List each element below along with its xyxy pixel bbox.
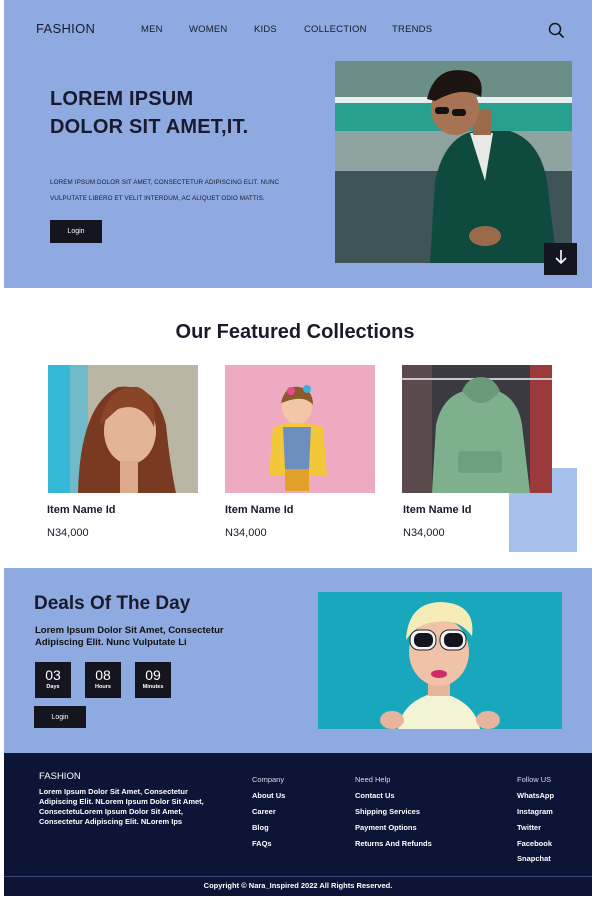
footer-link-career[interactable]: Career (252, 807, 276, 816)
footer-link-instagram[interactable]: Instagram (517, 807, 553, 816)
deals-subtitle: Lorem Ipsum Dolor Sit Amet, Consectetur … (35, 625, 224, 648)
countdown-minutes: 09 Minutes (135, 662, 171, 698)
hero-section: FASHION MEN WOMEN KIDS COLLECTION TRENDS… (4, 0, 592, 288)
brand-logo[interactable]: FASHION (36, 21, 95, 36)
product-image-hoodie[interactable] (402, 365, 552, 493)
footer-description: Lorem Ipsum Dolor Sit Amet, Consectetur … (39, 787, 204, 826)
footer-link-contact-us[interactable]: Contact Us (355, 791, 395, 800)
footer-divider (4, 876, 592, 877)
scroll-down-button[interactable] (544, 243, 577, 275)
footer-link-about-us[interactable]: About Us (252, 791, 285, 800)
product-name-3[interactable]: Item Name Id (403, 504, 471, 516)
footer-follow-heading: Follow US (517, 775, 552, 784)
footer-help-heading: Need Help (355, 775, 391, 784)
footer-link-faqs[interactable]: FAQs (252, 839, 272, 848)
countdown-minutes-label: Minutes (142, 684, 164, 690)
countdown-days-value: 03 (45, 667, 61, 683)
hero-subtitle: LOREM IPSUM DOLOR SIT AMET, CONSECTETUR … (50, 179, 280, 202)
nav-kids[interactable]: KIDS (254, 24, 277, 35)
countdown-days-label: Days (46, 684, 60, 690)
footer-link-twitter[interactable]: Twitter (517, 823, 541, 832)
product-name-2[interactable]: Item Name Id (225, 504, 293, 516)
footer-brand: FASHION (39, 771, 81, 782)
arrow-down-icon (554, 249, 568, 270)
countdown-hours: 08 Hours (85, 662, 121, 698)
footer-link-blog[interactable]: Blog (252, 823, 269, 832)
countdown-days: 03 Days (35, 662, 71, 698)
nav-collection[interactable]: COLLECTION (304, 24, 367, 35)
product-price-2: N34,000 (225, 527, 267, 539)
deals-section: Deals Of The Day Lorem Ipsum Dolor Sit A… (4, 568, 592, 753)
footer-link-whatsapp[interactable]: WhatsApp (517, 791, 554, 800)
footer-link-payment[interactable]: Payment Options (355, 823, 417, 832)
nav-trends[interactable]: TRENDS (392, 24, 432, 35)
deals-model-photo (318, 592, 562, 729)
product-price-1: N34,000 (47, 527, 89, 539)
page: FASHION MEN WOMEN KIDS COLLECTION TRENDS… (4, 0, 592, 896)
deals-login-button[interactable]: Login (34, 706, 86, 728)
countdown-minutes-value: 09 (145, 667, 161, 683)
footer-link-returns[interactable]: Returns And Refunds (355, 839, 432, 848)
countdown-hours-value: 08 (95, 667, 111, 683)
search-icon[interactable] (547, 21, 565, 39)
countdown-hours-label: Hours (95, 684, 111, 690)
hero-title: LOREM IPSUM DOLOR SIT AMET,IT. (50, 88, 249, 138)
product-price-3: N34,000 (403, 527, 445, 539)
deals-title: Deals Of The Day (34, 593, 191, 614)
nav-men[interactable]: MEN (141, 24, 163, 35)
product-image-child[interactable] (225, 365, 375, 493)
nav-women[interactable]: WOMEN (189, 24, 227, 35)
hero-login-button[interactable]: Login (50, 220, 102, 243)
footer-link-shipping[interactable]: Shipping Services (355, 807, 420, 816)
footer-copyright: Copyright © Nara_Inspired 2022 All Right… (203, 881, 393, 890)
footer-company-heading: Company (252, 775, 285, 784)
product-image-woman[interactable] (48, 365, 198, 493)
footer: FASHION Lorem Ipsum Dolor Sit Amet, Cons… (4, 753, 592, 896)
hero-model-photo (335, 61, 572, 263)
footer-link-snapchat[interactable]: Snapchat (517, 854, 551, 863)
product-name-1[interactable]: Item Name Id (47, 504, 115, 516)
footer-link-facebook[interactable]: Facebook (517, 839, 552, 848)
featured-title: Our Featured Collections (175, 321, 415, 343)
